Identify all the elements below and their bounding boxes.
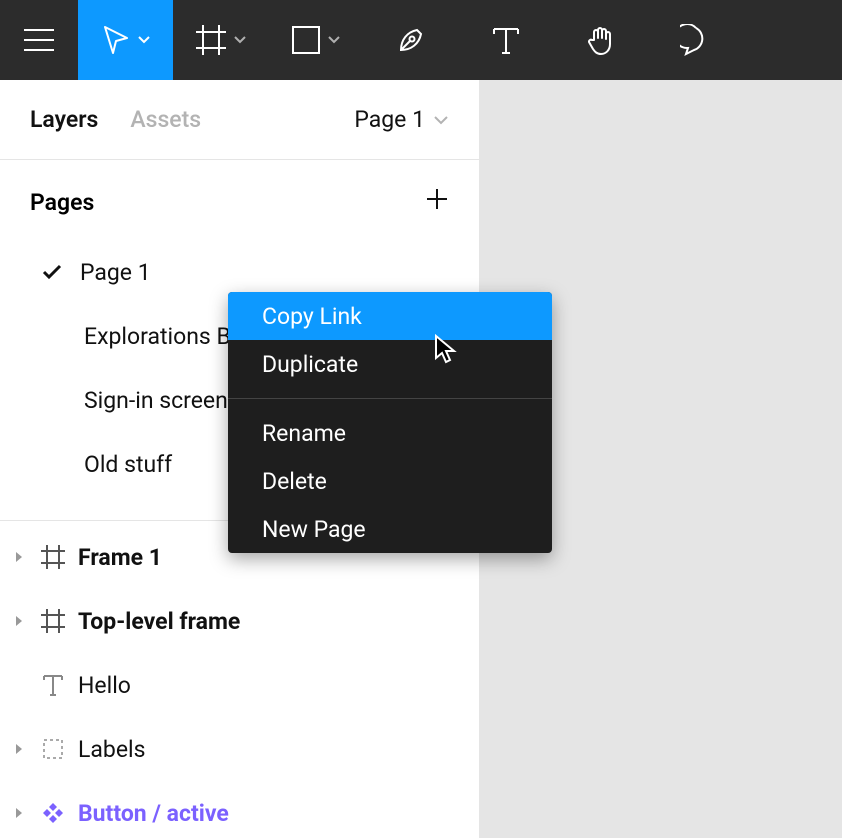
page-label: Page 1 (80, 259, 151, 286)
rectangle-icon (292, 26, 320, 54)
cursor-icon (102, 25, 130, 55)
menu-button[interactable] (0, 0, 78, 80)
check-icon (42, 264, 62, 280)
tab-assets[interactable]: Assets (130, 106, 201, 133)
page-dropdown-label: Page 1 (354, 106, 425, 133)
tab-layers[interactable]: Layers (30, 106, 98, 133)
page-label: Explorations B (84, 323, 231, 350)
comment-icon (680, 24, 712, 56)
page-dropdown[interactable]: Page 1 (354, 106, 449, 133)
layer-label: Labels (78, 736, 145, 763)
page-context-menu: Copy Link Duplicate Rename Delete New Pa… (228, 292, 552, 553)
chevron-down-icon (433, 115, 449, 125)
layer-label: Top-level frame (78, 608, 240, 635)
frame-icon (38, 609, 68, 633)
add-page-button[interactable] (425, 187, 449, 217)
layer-label: Button / active (78, 800, 229, 827)
sidebar-tabs: Layers Assets Page 1 (0, 80, 479, 160)
layer-label: Frame 1 (78, 544, 162, 571)
menu-item-duplicate[interactable]: Duplicate (228, 340, 552, 388)
top-toolbar (0, 0, 842, 80)
menu-separator (228, 398, 552, 399)
expand-arrow-icon[interactable] (10, 743, 28, 755)
expand-arrow-icon[interactable] (10, 615, 28, 627)
hamburger-icon (24, 28, 54, 52)
text-tool-button[interactable] (458, 0, 553, 80)
menu-item-copy-link[interactable]: Copy Link (228, 292, 552, 340)
group-icon (38, 737, 68, 761)
shape-tool-button[interactable] (268, 0, 363, 80)
hand-tool-button[interactable] (553, 0, 648, 80)
layers-list: Frame 1 Top-level frame Hello Labels (0, 521, 479, 838)
layer-label: Hello (78, 672, 131, 699)
expand-arrow-icon[interactable] (10, 807, 28, 819)
hand-icon (585, 24, 617, 56)
chevron-down-icon (234, 36, 246, 44)
menu-item-delete[interactable]: Delete (228, 457, 552, 505)
page-label: Old stuff (84, 451, 172, 478)
component-icon (38, 801, 68, 825)
expand-arrow-icon[interactable] (10, 551, 28, 563)
pen-tool-button[interactable] (363, 0, 458, 80)
pen-icon (395, 24, 427, 56)
layer-item-text[interactable]: Hello (0, 653, 479, 717)
frame-icon (196, 25, 226, 55)
main-area: Layers Assets Page 1 Pages Page 1 Explo (0, 80, 842, 838)
menu-item-rename[interactable]: Rename (228, 409, 552, 457)
chevron-down-icon (138, 36, 150, 44)
frame-tool-button[interactable] (173, 0, 268, 80)
pages-header-label: Pages (30, 189, 94, 216)
text-icon (38, 673, 68, 697)
chevron-down-icon (328, 36, 340, 44)
move-tool-button[interactable] (78, 0, 173, 80)
plus-icon (425, 187, 449, 211)
frame-icon (38, 545, 68, 569)
text-icon (492, 25, 520, 55)
pages-header: Pages (0, 172, 479, 232)
page-label: Sign-in screen (84, 387, 228, 414)
layer-item-frame[interactable]: Top-level frame (0, 589, 479, 653)
layer-item-group[interactable]: Labels (0, 717, 479, 781)
layer-item-component[interactable]: Button / active (0, 781, 479, 838)
comment-tool-button[interactable] (648, 0, 743, 80)
menu-item-new-page[interactable]: New Page (228, 505, 552, 553)
